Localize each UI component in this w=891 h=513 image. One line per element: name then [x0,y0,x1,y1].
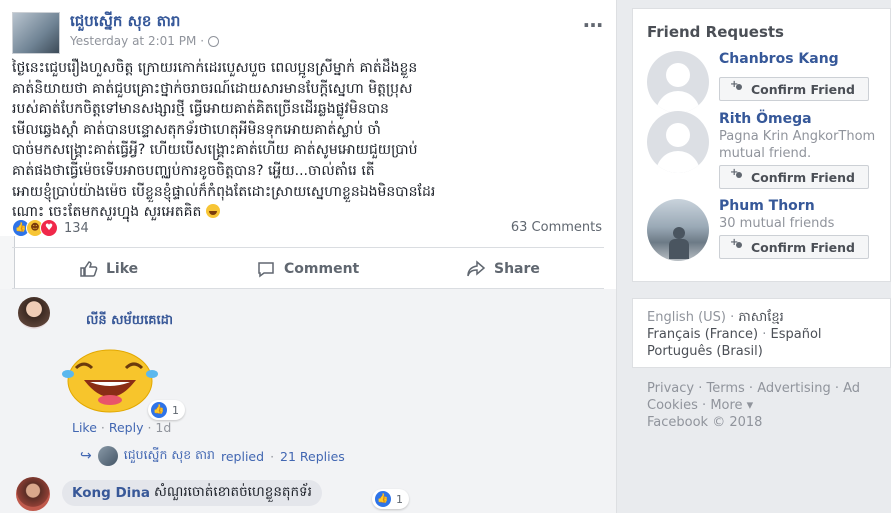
reaction-count[interactable]: 134 [64,221,89,236]
request-name[interactable]: Phum Thorn [719,198,815,214]
more-options-icon[interactable]: … [583,8,604,32]
language-link[interactable]: Português (Brasil) [647,344,763,359]
commenter-avatar[interactable] [18,297,50,329]
share-icon [467,260,486,277]
confirm-friend-label: Confirm Friend [751,169,855,185]
footer-link[interactable]: Ad [843,381,860,396]
footer-links-row: Privacy · Terms · Advertising · Ad [647,381,861,396]
language-panel: English (US) · ភាសាខ្មែរ Français (Franc… [632,298,891,368]
confirm-friend-label: Confirm Friend [751,239,855,255]
footer-link[interactable]: More [710,398,742,413]
like-reaction-icon: 👍 [374,490,392,508]
post-text: ថ្ងៃនេះជេួបរឿងហួសចិត្ត ក្រោយរកោក់ដេរបេួស… [12,58,608,223]
post-text-line: គាត់ផងថាធ្វើម៉េចទើបអាចបញ្ឈប់ការខូចចិត្តប… [12,162,375,179]
friend-requests-title: Friend Requests [647,23,784,41]
footer-link[interactable]: Privacy [647,381,694,396]
post-timestamp[interactable]: Yesterday at 2:01 PM [70,34,196,48]
comment-text: សំណួរចោត់ខោតច់ហេខ្លួនតុកទ័រ [154,484,312,500]
comment-reply-link[interactable]: Reply [109,420,144,435]
add-friend-icon [730,79,745,94]
footer-links-row: Cookies · More ▾ [647,398,754,413]
share-label: Share [494,261,540,277]
profile-photo[interactable] [647,199,709,261]
language-line: Français (France) · Español [647,327,822,342]
divider [12,247,604,248]
love-reaction-icon: ♥ [40,219,58,237]
profile-placeholder-icon[interactable] [647,51,709,113]
post-text-line: របស់គាត់បែកចិត្តទៅមានសង្សារថ្មី ធ្វើអោយគ… [12,101,389,118]
replier-avatar [97,446,118,466]
comment-label: Comment [284,261,360,277]
globe-icon[interactable] [208,35,220,47]
separator: · [100,420,109,435]
add-friend-icon [730,167,745,182]
replied-label: replied [221,448,265,464]
separator: · [270,448,275,464]
confirm-friend-button[interactable]: Confirm Friend [719,235,869,259]
language-link[interactable]: Français (France) [647,327,758,342]
request-mutual-text: Pagna Krin AngkorThom [719,129,876,144]
like-button[interactable]: Like [78,252,138,286]
post-text-line: គាត់និយាយថា គាត់ជួបគ្រោះថ្នាក់ចរាចរណ៍ដោយ… [12,80,413,97]
laughing-sticker [62,349,158,413]
language-link[interactable]: ភាសាខ្មែរ [738,310,783,325]
post-text-line: មើលឆ្វេងស្ដាំ គាត់បានបន្ទោសតុកទ័រថាហេតុអ… [12,121,381,138]
confirm-friend-label: Confirm Friend [751,81,855,97]
post-meta: Yesterday at 2:01 PM · [70,34,220,48]
request-mutual-text: mutual friend. [719,146,812,161]
comment-bubble: Kong Dina សំណួរចោត់ខោតច់ហេខ្លួនតុកទ័រ [62,480,322,506]
footer-link[interactable]: Cookies [647,398,698,413]
commenter-name[interactable]: លីនី សម័យគេដោ [86,312,173,331]
comment-time[interactable]: 1d [155,420,171,435]
comment-reaction-count: 1 [396,492,403,506]
footer-link[interactable]: Terms [706,381,744,396]
comment-reaction-badge[interactable]: 👍 1 [148,400,185,420]
share-button[interactable]: Share [466,252,540,286]
request-name[interactable]: Chanbros Kang [719,51,839,67]
commenter-name[interactable]: Kong Dina [72,485,150,501]
language-line: Português (Brasil) [647,343,876,360]
replier-name: ជេួបស្នេីក សុខ តារា [123,446,215,462]
author-name[interactable]: ជេួបស្នេីក សុខ តារា [70,12,180,34]
replies-count: 21 Replies [280,448,345,464]
meta-separator: · [200,34,205,48]
like-reaction-icon: 👍 [150,401,168,419]
comments-count[interactable]: 63 Comments [511,220,602,235]
comment-like-link[interactable]: Like [72,420,97,435]
post-text-line: ថ្ងៃនេះជេួបរឿងហួសចិត្ត ក្រោយរកោក់ដេរបេួស… [12,60,418,76]
like-label: Like [106,261,139,277]
language-link[interactable]: Español [771,327,822,342]
author-avatar[interactable] [12,12,60,54]
add-friend-icon [730,237,745,252]
copyright: Facebook © 2018 [647,415,763,430]
request-name[interactable]: Rith Ömega [719,111,812,127]
commenter-avatar[interactable] [16,477,50,511]
comment-button[interactable]: Comment [256,252,359,286]
laughing-emoji-icon [205,204,220,219]
footer: Privacy · Terms · Advertising · Ad Cooki… [647,380,887,431]
comment-reaction-count: 1 [172,403,179,417]
reaction-summary[interactable]: 👍 ☻ ♥ 134 [12,219,89,237]
current-language: English (US) [647,310,726,325]
post-text-line: អោយខ្ញុំប្រាប់យ៉ាងម៉េច បើខ្លួនខ្ញុំផ្ទាល… [12,183,436,200]
comment-actions: Like · Reply · 1d [72,420,171,435]
footer-link[interactable]: Advertising [757,381,831,396]
caret-down-icon[interactable]: ▾ [743,398,754,413]
post-text-line: ណោះ ចេះតែមកសួរហ្នុង សួរអេតគិត [12,204,202,221]
language-line: English (US) · ភាសាខ្មែរ [647,310,784,325]
post-text-line: បាច់មកសង្គ្រោះគាត់ធ្វើអ្វី? ហើយបើសង្គ្រោ… [12,142,418,159]
reply-arrow-icon: ↪ [80,448,92,464]
friend-requests-panel: Friend Requests Chanbros Kang Confirm Fr… [632,8,891,282]
comment-icon [258,262,274,278]
comment-reaction-badge[interactable]: 👍 1 [372,489,409,509]
confirm-friend-button[interactable]: Confirm Friend [719,77,869,101]
profile-placeholder-icon[interactable] [647,111,709,173]
thumbs-up-icon [80,261,98,277]
confirm-friend-button[interactable]: Confirm Friend [719,165,869,189]
view-replies-link[interactable]: ↪ ជេួបស្នេីក សុខ តារា replied · 21 Repli… [80,446,345,466]
request-mutual-text[interactable]: 30 mutual friends [719,216,834,231]
post-actions: Like Comment Share [0,252,616,286]
